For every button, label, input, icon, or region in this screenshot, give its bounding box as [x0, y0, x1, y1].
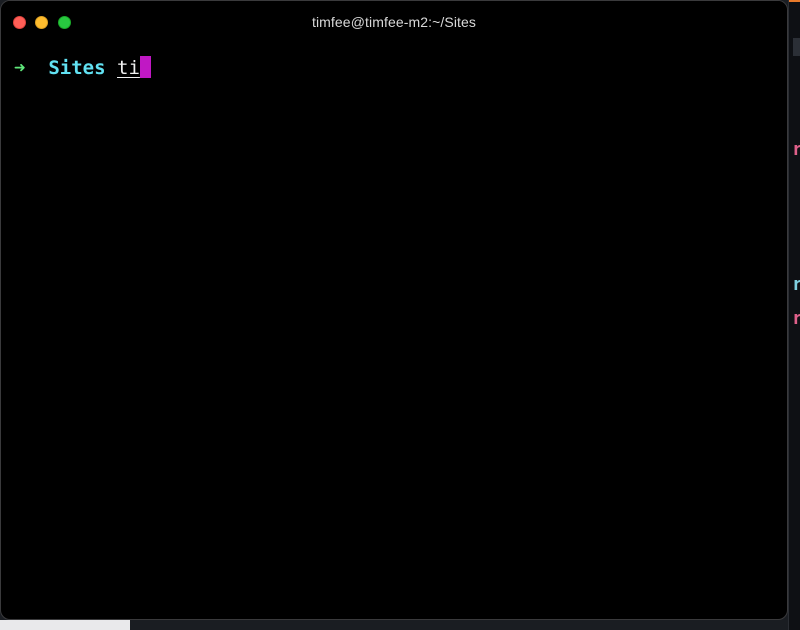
terminal-content[interactable]: ➜ Sites ti	[1, 45, 787, 80]
background-window-tab	[793, 38, 800, 56]
prompt-arrow-icon: ➜	[14, 57, 26, 79]
current-directory: Sites	[48, 57, 106, 79]
command-input[interactable]: ti	[117, 57, 140, 79]
text-cursor	[139, 56, 151, 78]
title-bar[interactable]: timfee@timfee-m2:~/Sites	[1, 1, 787, 45]
background-text-fragment: r	[792, 274, 800, 295]
window-title: timfee@timfee-m2:~/Sites	[311, 14, 477, 30]
background-window-accent	[789, 0, 800, 2]
terminal-window[interactable]: timfee@timfee-m2:~/Sites ➜ Sites ti	[0, 0, 788, 620]
background-text-fragment: r	[792, 308, 800, 329]
background-window-bottom	[0, 620, 130, 630]
background-text-fragment: r	[792, 139, 800, 160]
desktop: r r r timfee@timfee-m2:~/Sites ➜ Sites t…	[0, 0, 800, 630]
prompt-line: ➜ Sites ti	[14, 56, 151, 79]
